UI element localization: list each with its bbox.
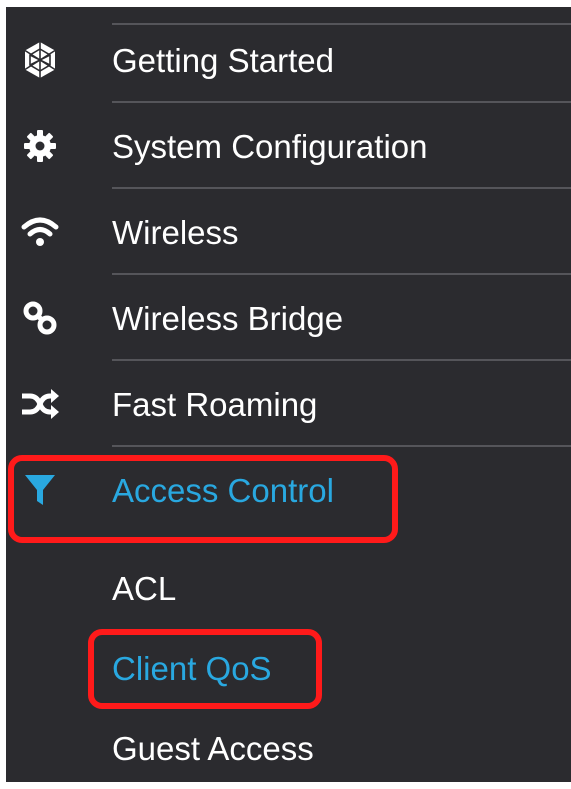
nav-item-fast-roaming[interactable]: Fast Roaming <box>6 361 571 447</box>
nav-item-system-configuration[interactable]: System Configuration <box>6 103 571 189</box>
gear-icon <box>20 126 60 166</box>
sub-item-label: Guest Access <box>112 730 314 767</box>
filter-icon <box>20 470 60 510</box>
nav-item-wireless[interactable]: Wireless <box>6 189 571 275</box>
nav-label: Wireless <box>112 214 239 251</box>
wifi-icon <box>20 212 60 252</box>
nav-item-getting-started[interactable]: Getting Started <box>6 17 571 103</box>
sub-item-label: ACL <box>112 570 177 607</box>
nav-label: Fast Roaming <box>112 386 318 423</box>
nav-label: Getting Started <box>112 42 334 79</box>
nav-item-access-control[interactable]: Access Control <box>6 447 571 533</box>
sub-item-acl[interactable]: ACL <box>6 549 571 629</box>
sub-item-client-qos[interactable]: Client QoS <box>6 629 571 709</box>
nav-label: Wireless Bridge <box>112 300 344 337</box>
nav-label: System Configuration <box>112 128 428 165</box>
nav-item-wireless-bridge[interactable]: Wireless Bridge <box>6 275 571 361</box>
nav-label: Access Control <box>112 472 334 509</box>
sub-item-guest-access[interactable]: Guest Access <box>6 709 571 789</box>
shuffle-icon <box>20 384 60 424</box>
sidebar-nav: Getting Started System Configuration Wir… <box>6 7 571 782</box>
bridge-link-icon <box>20 298 60 338</box>
getting-started-icon <box>20 40 60 80</box>
sub-item-label: Client QoS <box>112 650 272 687</box>
